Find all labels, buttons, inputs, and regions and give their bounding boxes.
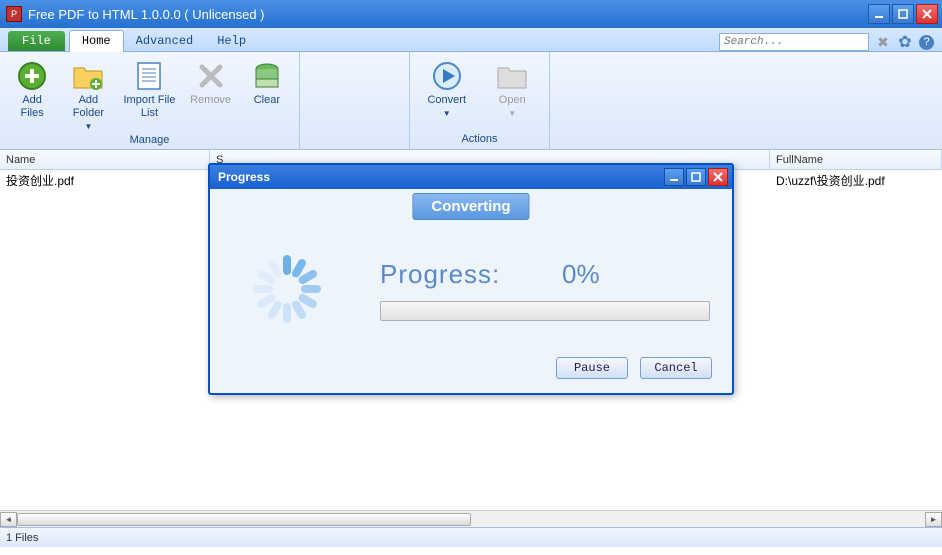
remove-icon	[195, 60, 227, 92]
progress-value: 0%	[562, 259, 600, 290]
dialog-minimize-button[interactable]	[664, 168, 684, 186]
progress-bar	[380, 301, 710, 321]
scroll-left-button[interactable]: ◄	[0, 512, 17, 527]
convert-button[interactable]: Convert ▼	[418, 56, 476, 131]
group-label-manage: Manage	[8, 132, 291, 148]
dialog-maximize-button[interactable]	[686, 168, 706, 186]
scroll-thumb[interactable]	[17, 513, 471, 526]
cancel-button[interactable]: Cancel	[640, 357, 712, 379]
settings-icon[interactable]: ✿	[897, 34, 913, 50]
import-list-icon	[133, 60, 165, 92]
tab-home[interactable]: Home	[69, 30, 124, 52]
dialog-titlebar[interactable]: Progress	[210, 165, 732, 189]
chevron-down-icon: ▼	[508, 109, 516, 119]
pause-button[interactable]: Pause	[556, 357, 628, 379]
status-text: 1 Files	[6, 532, 38, 544]
dialog-title: Progress	[218, 170, 270, 184]
file-menu[interactable]: File	[8, 31, 65, 51]
dialog-close-button[interactable]	[708, 168, 728, 186]
convert-icon	[431, 60, 463, 92]
cell-fullname: D:\uzzf\投资创业.pdf	[770, 172, 942, 189]
scroll-track[interactable]	[17, 512, 925, 527]
clear-button[interactable]: Clear	[243, 56, 291, 132]
progress-label: Progress:	[380, 259, 500, 290]
scroll-right-button[interactable]: ►	[925, 512, 942, 527]
group-label-actions: Actions	[418, 131, 541, 147]
open-button: Open ▼	[484, 56, 542, 131]
minimize-button[interactable]	[868, 4, 890, 24]
horizontal-scrollbar[interactable]: ◄ ►	[0, 510, 942, 527]
menubar: File Home Advanced Help ✖ ✿ ?	[0, 28, 942, 52]
converting-banner: Converting	[412, 193, 529, 220]
help-icon[interactable]: ?	[919, 35, 934, 50]
status-bar: 1 Files	[0, 527, 942, 547]
tab-advanced[interactable]: Advanced	[124, 31, 206, 51]
close-button[interactable]	[916, 4, 938, 24]
progress-dialog: Progress Converting Progress: 0% Pause C…	[208, 163, 734, 395]
column-name[interactable]: Name	[0, 150, 210, 169]
cell-name: 投资创业.pdf	[0, 172, 210, 189]
chevron-down-icon: ▼	[84, 122, 92, 132]
ribbon: Add Files Add Folder ▼ Import File List …	[0, 52, 942, 150]
tab-help[interactable]: Help	[205, 31, 258, 51]
import-file-list-button[interactable]: Import File List	[121, 56, 179, 132]
column-fullname[interactable]: FullName	[770, 150, 942, 169]
add-folder-icon	[72, 60, 104, 92]
add-files-button[interactable]: Add Files	[8, 56, 56, 132]
window-title: Free PDF to HTML 1.0.0.0 ( Unlicensed )	[28, 7, 265, 22]
remove-button: Remove	[186, 56, 234, 132]
search-input[interactable]	[719, 33, 869, 51]
titlebar: P Free PDF to HTML 1.0.0.0 ( Unlicensed …	[0, 0, 942, 28]
app-icon: P	[6, 6, 22, 22]
add-files-icon	[16, 60, 48, 92]
maximize-button[interactable]	[892, 4, 914, 24]
add-folder-button[interactable]: Add Folder ▼	[64, 56, 112, 132]
open-icon	[496, 60, 528, 92]
chevron-down-icon: ▼	[443, 109, 451, 119]
spinner-icon	[252, 254, 322, 324]
clear-search-icon[interactable]: ✖	[875, 34, 891, 50]
clear-icon	[251, 60, 283, 92]
